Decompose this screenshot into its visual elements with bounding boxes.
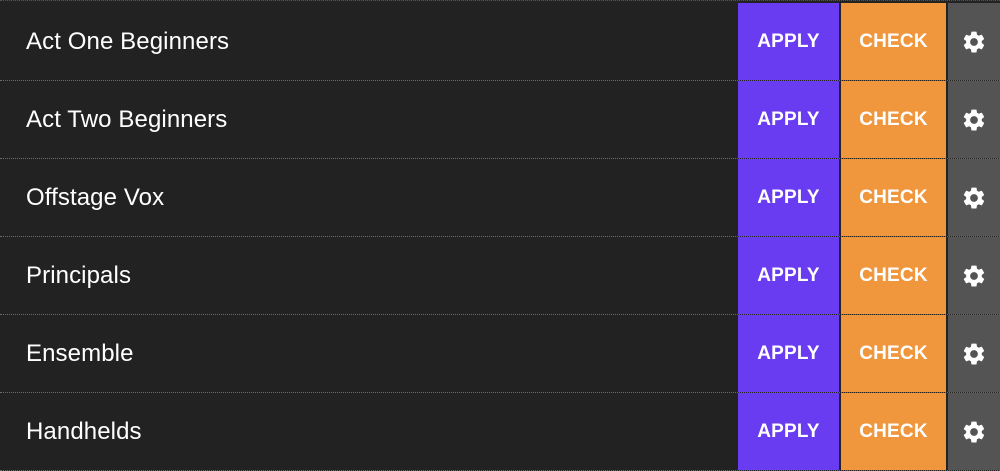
check-button[interactable]: CHECK [841, 393, 946, 470]
row-name: Handhelds [26, 417, 142, 445]
list-item: Handhelds APPLY CHECK [0, 393, 1000, 471]
gear-icon [963, 421, 985, 442]
divider [0, 0, 1000, 2]
apply-button[interactable]: APPLY [738, 81, 839, 158]
scene-list: Act One Beginners APPLY CHECK Act Two Be… [0, 0, 1000, 471]
row-name: Offstage Vox [26, 183, 165, 211]
apply-button[interactable]: APPLY [738, 393, 839, 470]
list-item: Principals APPLY CHECK [0, 237, 1000, 315]
check-button[interactable]: CHECK [841, 159, 946, 236]
settings-button[interactable] [948, 3, 1000, 80]
check-button[interactable]: CHECK [841, 3, 946, 80]
gear-icon [963, 187, 985, 208]
row-name: Ensemble [26, 339, 134, 367]
check-button[interactable]: CHECK [841, 315, 946, 392]
check-button[interactable]: CHECK [841, 237, 946, 314]
gear-icon [963, 31, 985, 52]
gear-icon [963, 265, 985, 286]
row-name: Act One Beginners [26, 27, 230, 55]
check-button[interactable]: CHECK [841, 81, 946, 158]
list-item: Act Two Beginners APPLY CHECK [0, 81, 1000, 159]
list-item: Offstage Vox APPLY CHECK [0, 159, 1000, 237]
settings-button[interactable] [948, 237, 1000, 314]
gear-icon [963, 109, 985, 130]
row-name: Act Two Beginners [26, 105, 228, 133]
list-item: Act One Beginners APPLY CHECK [0, 3, 1000, 81]
row-name: Principals [26, 261, 132, 289]
settings-button[interactable] [948, 315, 1000, 392]
settings-button[interactable] [948, 393, 1000, 470]
settings-button[interactable] [948, 81, 1000, 158]
gear-icon [963, 343, 985, 364]
settings-button[interactable] [948, 159, 1000, 236]
list-item: Ensemble APPLY CHECK [0, 315, 1000, 393]
apply-button[interactable]: APPLY [738, 237, 839, 314]
apply-button[interactable]: APPLY [738, 3, 839, 80]
apply-button[interactable]: APPLY [738, 159, 839, 236]
apply-button[interactable]: APPLY [738, 315, 839, 392]
